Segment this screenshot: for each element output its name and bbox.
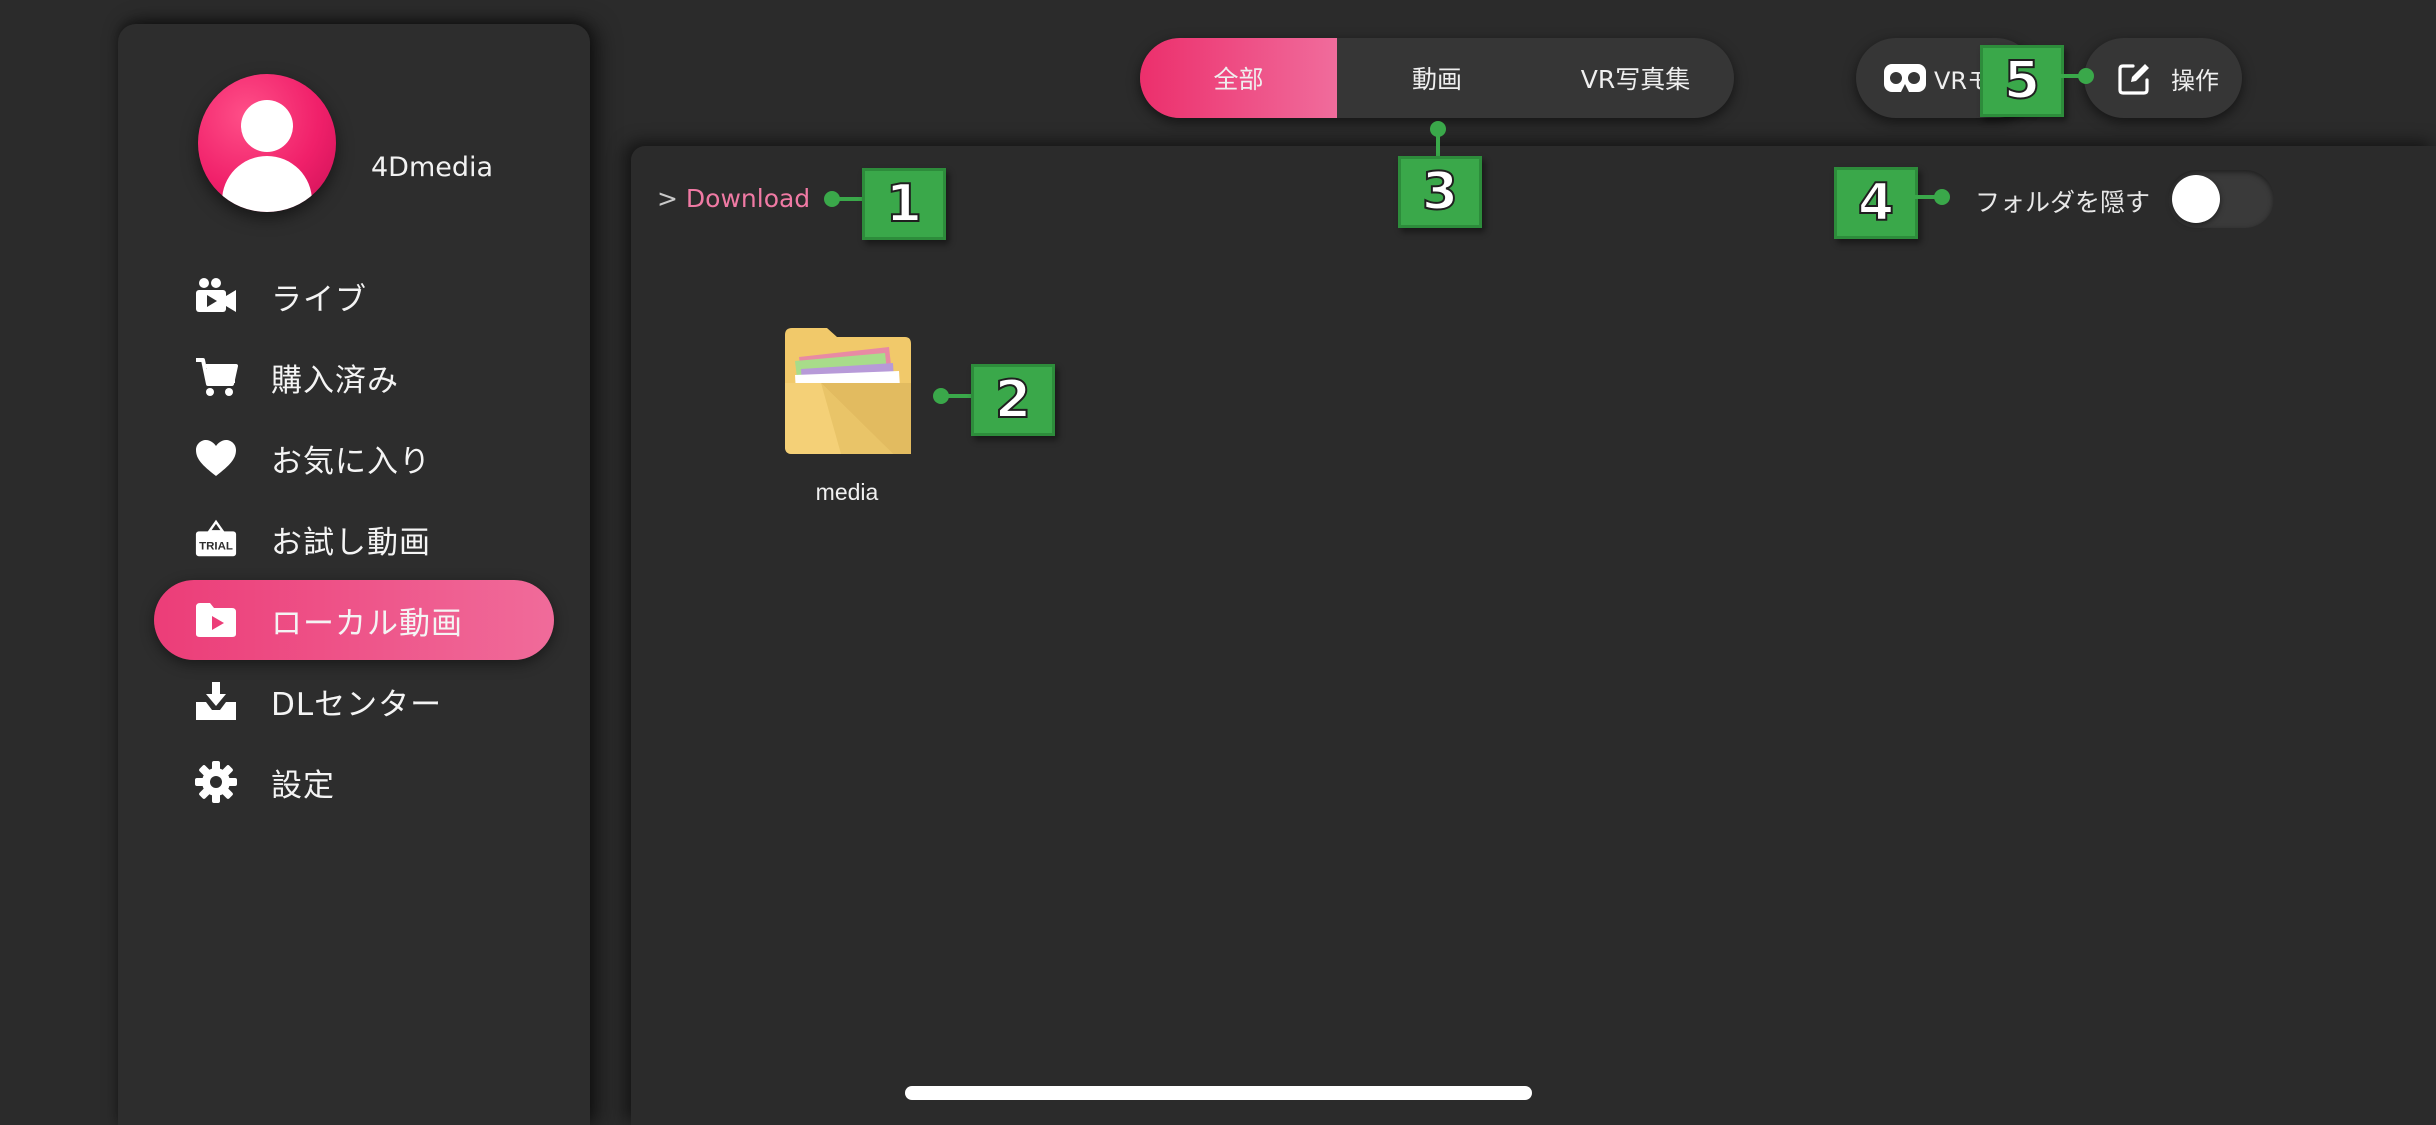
tab-videos-label: 動画 bbox=[1411, 65, 1462, 94]
heart-icon bbox=[194, 436, 238, 480]
live-camera-icon bbox=[194, 274, 238, 318]
tab-vr-photobook-label: VR写真集 bbox=[1580, 65, 1691, 94]
hide-folders-toggle[interactable] bbox=[2168, 170, 2274, 228]
callout-1-badge: 1 bbox=[862, 168, 946, 240]
filter-tabs: 全部 動画 VR写真集 bbox=[1140, 38, 1734, 118]
folder-media[interactable] bbox=[781, 325, 913, 457]
avatar[interactable] bbox=[198, 74, 336, 212]
callout-1-line bbox=[832, 197, 862, 201]
vr-headset-icon bbox=[1882, 62, 1928, 100]
tab-all[interactable]: 全部 bbox=[1140, 38, 1337, 118]
hide-folders-label: フォルダを隠す bbox=[1975, 188, 2151, 217]
breadcrumb-download[interactable]: Download bbox=[686, 184, 810, 213]
sidebar-item-label: お気に入り bbox=[271, 443, 431, 480]
gear-icon bbox=[194, 760, 238, 804]
operate-button[interactable]: 操作 bbox=[2084, 38, 2242, 118]
operate-label: 操作 bbox=[2171, 66, 2219, 95]
sidebar-item-purchased[interactable]: 購入済み bbox=[154, 337, 554, 417]
sidebar-item-label: ライブ bbox=[271, 281, 367, 318]
sidebar-item-settings[interactable]: 設定 bbox=[154, 742, 554, 822]
avatar-head bbox=[241, 100, 293, 152]
sidebar-item-label: 購入済み bbox=[271, 362, 399, 399]
sidebar-item-dl-center[interactable]: DLセンター bbox=[154, 661, 554, 741]
edit-icon bbox=[2117, 62, 2151, 102]
callout-2-badge: 2 bbox=[971, 364, 1055, 436]
sidebar-item-live[interactable]: ライブ bbox=[154, 256, 554, 336]
home-indicator[interactable] bbox=[905, 1086, 1532, 1100]
local-video-folder-icon bbox=[194, 598, 238, 642]
sidebar: 4Dmedia ライブ 購入済み お気に入り TRIAL お試し動画 ローカル動… bbox=[118, 24, 590, 1125]
callout-3-line bbox=[1436, 129, 1440, 156]
sidebar-item-local-videos[interactable]: ローカル動画 bbox=[154, 580, 554, 660]
callout-3-badge: 3 bbox=[1398, 156, 1482, 228]
username: 4Dmedia bbox=[371, 152, 494, 183]
tab-vr-photobook[interactable]: VR写真集 bbox=[1537, 38, 1734, 118]
trial-icon-text: TRIAL bbox=[199, 541, 233, 553]
sidebar-item-label: DLセンター bbox=[271, 686, 443, 723]
breadcrumb-separator: > bbox=[657, 184, 678, 213]
tab-videos[interactable]: 動画 bbox=[1337, 38, 1537, 118]
main-content-panel bbox=[631, 146, 2436, 1125]
sidebar-item-trial[interactable]: TRIAL お試し動画 bbox=[154, 499, 554, 579]
download-icon bbox=[194, 679, 238, 723]
avatar-body bbox=[222, 156, 312, 212]
callout-5-badge: 5 bbox=[1980, 45, 2064, 117]
sidebar-item-label: お試し動画 bbox=[271, 524, 431, 561]
folder-name: media bbox=[815, 479, 879, 505]
callout-4-badge: 4 bbox=[1834, 167, 1918, 239]
toggle-knob bbox=[2172, 175, 2220, 223]
trial-icon: TRIAL bbox=[194, 517, 238, 561]
cart-icon bbox=[194, 355, 238, 399]
folder-icon bbox=[785, 328, 911, 454]
sidebar-item-label: 設定 bbox=[271, 767, 335, 804]
callout-5-dot bbox=[2078, 68, 2094, 84]
breadcrumb: > Download bbox=[657, 184, 810, 213]
tab-all-label: 全部 bbox=[1213, 65, 1264, 94]
sidebar-item-label: ローカル動画 bbox=[271, 605, 463, 642]
callout-2-line bbox=[941, 394, 971, 398]
callout-4-dot bbox=[1934, 189, 1950, 205]
sidebar-item-favorites[interactable]: お気に入り bbox=[154, 418, 554, 498]
